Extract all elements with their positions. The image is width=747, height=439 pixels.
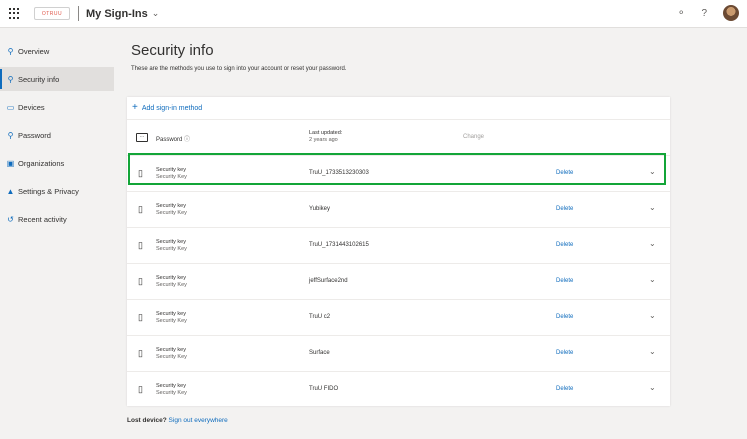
sidebar-item-password[interactable]: ⚲ Password (0, 123, 114, 147)
security-key-icon: ▯ (138, 348, 143, 358)
laptop-icon: ▭ (6, 102, 15, 112)
method-row[interactable]: ▯ Security key Security Key TruU FIDO De… (127, 372, 670, 407)
method-subtype: Security Key (156, 390, 187, 396)
organization-icon[interactable]: ⚬ (677, 8, 685, 19)
sidebar: ⚲ Overview ⚲ Security info ▭ Devices ⚲ P… (0, 28, 114, 231)
history-icon: ↺ (7, 214, 14, 224)
last-updated-value: 2 years ago (309, 137, 338, 143)
chevron-down-icon[interactable]: ⌄ (649, 203, 656, 212)
sidebar-item-organizations[interactable]: ▣ Organizations (0, 151, 114, 175)
sidebar-item-overview[interactable]: ⚲ Overview (0, 39, 114, 63)
method-row[interactable]: ▯ Security key Security Key TruU_1731443… (127, 228, 670, 263)
divider (78, 6, 79, 21)
method-type: Security key (156, 311, 186, 317)
security-key-icon: ▯ (138, 168, 143, 178)
last-updated-label: Last updated: (309, 130, 343, 136)
method-detail: Yubikey (309, 206, 331, 212)
delete-link[interactable]: Delete (556, 350, 573, 356)
chevron-down-icon[interactable]: ⌄ (649, 239, 656, 248)
sign-out-everywhere-link[interactable]: Sign out everywhere (169, 417, 228, 424)
sidebar-item-label: Security info (18, 74, 60, 84)
lost-device: Lost device? Sign out everywhere (127, 417, 228, 424)
method-row[interactable]: ▯ Security key Security Key TruU_1733513… (127, 156, 670, 191)
method-type: Security key (156, 275, 186, 281)
chevron-down-icon[interactable]: ⌄ (649, 275, 656, 284)
avatar[interactable] (723, 5, 739, 21)
divider (127, 119, 670, 120)
chevron-down-icon[interactable]: ⌄ (649, 167, 656, 176)
sidebar-item-devices[interactable]: ▭ Devices (0, 95, 114, 119)
password-label: Password (156, 137, 183, 143)
help-icon[interactable]: ? (701, 8, 707, 19)
method-detail: TruU_1733513230303 (309, 170, 369, 176)
sidebar-item-label: Password (18, 130, 51, 140)
key-icon: ⚲ (7, 130, 14, 140)
sidebar-item-recent-activity[interactable]: ↺ Recent activity (0, 207, 114, 231)
method-subtype: Security Key (156, 318, 187, 324)
delete-link[interactable]: Delete (556, 242, 573, 248)
change-password-link[interactable]: Change (463, 134, 484, 140)
method-subtype: Security Key (156, 282, 187, 288)
method-detail: jeffSurface2nd (309, 278, 348, 284)
sidebar-item-label: Settings & Privacy (18, 186, 79, 196)
password-icon: ··· (136, 133, 148, 142)
chevron-down-icon[interactable]: ⌄ (649, 347, 656, 356)
method-detail: TruU c2 (309, 314, 331, 320)
lost-device-label: Lost device? (127, 417, 167, 424)
method-type: Security key (156, 167, 186, 173)
delete-link[interactable]: Delete (556, 206, 573, 212)
method-detail: Surface (309, 350, 330, 356)
password-row: ··· Password ⓘ Last updated: 2 years ago… (127, 122, 670, 154)
security-methods-card: + Add sign-in method ··· Password ⓘ Last… (127, 97, 670, 406)
org-logo[interactable]: OTRUU (34, 7, 70, 20)
delete-link[interactable]: Delete (556, 314, 573, 320)
method-row[interactable]: ▯ Security key Security Key jeffSurface2… (127, 264, 670, 299)
sidebar-item-settings-privacy[interactable]: ▲ Settings & Privacy (0, 179, 114, 203)
plus-icon: + (132, 102, 138, 113)
method-row[interactable]: ▯ Security key Security Key Yubikey Dele… (127, 192, 670, 227)
method-subtype: Security Key (156, 354, 187, 360)
lock-icon: ▲ (6, 186, 15, 196)
top-right-controls: ⚬ ? (677, 5, 739, 21)
info-icon[interactable]: ⓘ (184, 137, 190, 143)
briefcase-icon: ▣ (6, 158, 15, 168)
chevron-down-icon[interactable]: ⌄ (649, 311, 656, 320)
method-type: Security key (156, 347, 186, 353)
method-type: Security key (156, 239, 186, 245)
page-description: These are the methods you use to sign in… (131, 66, 347, 72)
add-sign-in-method-label: Add sign-in method (141, 104, 203, 112)
method-detail: TruU_1731443102615 (309, 242, 369, 248)
method-detail: TruU FIDO (309, 386, 339, 392)
sidebar-item-security-info[interactable]: ⚲ Security info (0, 67, 114, 91)
method-row[interactable]: ▯ Security key Security Key Surface Dele… (127, 336, 670, 371)
top-bar: OTRUU My Sign-Ins ⌄ ⚬ ? (0, 0, 747, 28)
chevron-down-icon[interactable]: ⌄ (152, 8, 160, 19)
method-type: Security key (156, 203, 186, 209)
security-key-icon: ▯ (138, 384, 143, 394)
page-title: Security info (131, 42, 214, 59)
security-key-icon: ▯ (138, 240, 143, 250)
add-sign-in-method-button[interactable]: + Add sign-in method (132, 103, 202, 113)
sidebar-item-label: Recent activity (18, 214, 67, 224)
delete-link[interactable]: Delete (556, 386, 573, 392)
method-row[interactable]: ▯ Security key Security Key TruU c2 Dele… (127, 300, 670, 335)
sidebar-item-label: Organizations (18, 158, 65, 168)
method-subtype: Security Key (156, 210, 187, 216)
sidebar-item-label: Overview (18, 46, 50, 56)
security-key-icon: ▯ (138, 276, 143, 286)
person-key-icon: ⚲ (7, 74, 14, 84)
method-type: Security key (156, 383, 186, 389)
chevron-down-icon[interactable]: ⌄ (649, 383, 656, 392)
security-key-icon: ▯ (138, 204, 143, 214)
method-subtype: Security Key (156, 246, 187, 252)
sidebar-item-label: Devices (18, 102, 45, 112)
method-subtype: Security Key (156, 174, 187, 180)
security-key-icon: ▯ (138, 312, 143, 322)
delete-link[interactable]: Delete (556, 170, 573, 176)
delete-link[interactable]: Delete (556, 278, 573, 284)
app-title[interactable]: My Sign-Ins (86, 8, 148, 20)
person-icon: ⚲ (7, 46, 14, 56)
waffle-icon[interactable] (9, 7, 21, 20)
